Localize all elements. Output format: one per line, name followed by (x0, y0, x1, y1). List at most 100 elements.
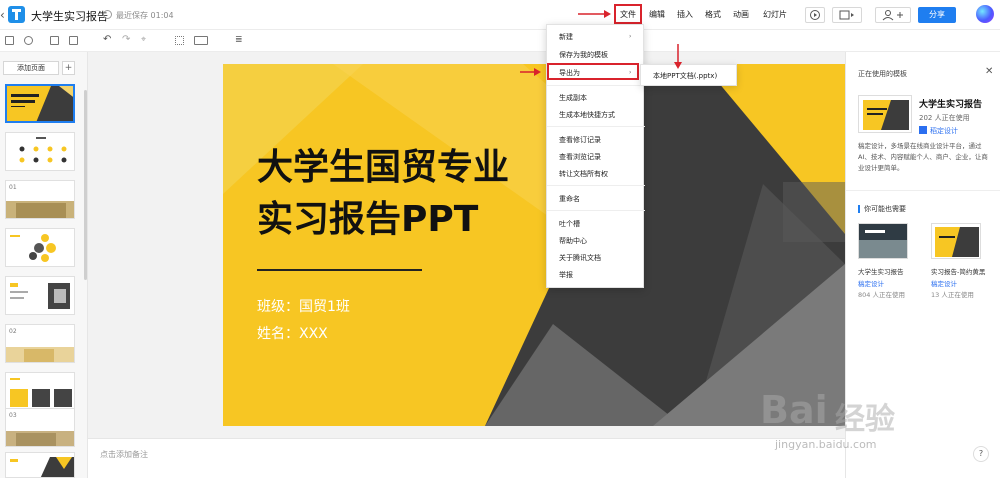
insert-textbox-icon[interactable] (5, 36, 14, 45)
divider (547, 185, 645, 186)
thumbnail-scrollbar[interactable] (84, 90, 87, 280)
menu-item-about[interactable]: 关于腾讯文档 (559, 253, 601, 263)
shape-icon[interactable] (24, 36, 33, 45)
format-painter-icon[interactable]: ⌖ (141, 36, 150, 45)
divider (846, 190, 1000, 191)
help-button[interactable]: ? (973, 446, 989, 462)
recommend-thumbnail-2[interactable] (931, 223, 981, 259)
image-icon[interactable] (50, 36, 59, 45)
thumbnail-image (6, 133, 74, 170)
menu-slides[interactable]: 幻灯片 (763, 9, 787, 20)
slide-thumbnail-2[interactable] (5, 132, 75, 171)
menu-item-export-pptx[interactable]: 本地PPT文档(.pptx) (653, 71, 717, 81)
slide-thumbnail-3[interactable]: 01 (5, 180, 75, 219)
arrange-icon[interactable]: ≣ (235, 36, 244, 45)
slide-title-line-1: 大学生国贸专业 (257, 147, 510, 188)
export-submenu: 本地PPT文档(.pptx) (640, 64, 737, 86)
current-template-thumbnail[interactable] (858, 95, 912, 133)
slide-title[interactable]: 大学生国贸专业 实习报告PPT (257, 142, 509, 246)
template-image (859, 96, 911, 132)
recommend-brand-1[interactable]: 稿定设计 (858, 278, 884, 288)
menu-insert[interactable]: 插入 (677, 9, 693, 20)
save-status: 最近保存 01:04 (116, 11, 174, 20)
add-page-dropdown[interactable]: + (62, 61, 75, 75)
menu-format[interactable]: 格式 (705, 9, 721, 20)
slide-thumbnail-6[interactable]: 02 (5, 324, 75, 363)
user-avatar[interactable] (976, 5, 994, 23)
thumbnail-image (7, 86, 73, 121)
thumbnail-image (6, 373, 74, 410)
baidu-watermark-url: jingyan.baidu.com (775, 438, 877, 451)
baidu-watermark-jingyan: 经验 (835, 402, 895, 437)
menu-item-duplicate[interactable]: 生成副本 (559, 93, 587, 103)
close-icon[interactable]: ✕ (985, 66, 993, 77)
menu-item-transfer-ownership[interactable]: 转让文档所有权 (559, 169, 608, 179)
slide-thumbnail-9[interactable] (5, 452, 75, 478)
file-menu-highlight (614, 4, 642, 24)
undo-icon[interactable]: ↶ (103, 35, 112, 45)
top-bar: ‹ 大学生实习报告 最近保存 01:04 文件 编辑 插入 格式 动画 幻灯片 … (0, 0, 1000, 30)
menu-item-new[interactable]: 新建 (559, 32, 573, 42)
baidu-watermark: Bai (760, 388, 828, 432)
recommend-name-2[interactable]: 实习报告-简约黄黑 (931, 266, 985, 276)
app-logo-icon[interactable] (8, 6, 25, 23)
slide-thumbnail-8[interactable]: 03 (5, 408, 75, 447)
menu-item-shortcut[interactable]: 生成本地快捷方式 (559, 110, 615, 120)
add-user-icon (882, 10, 903, 21)
background-icon[interactable] (175, 36, 184, 45)
template-image (859, 224, 907, 258)
template-image (932, 224, 980, 258)
menu-item-save-template[interactable]: 保存为我的模板 (559, 50, 608, 60)
add-page-button[interactable]: 添加页面 (3, 61, 59, 75)
thumbnail-image (6, 453, 74, 477)
current-template-users: 202 人正在使用 (919, 114, 970, 122)
menu-edit[interactable]: 编辑 (649, 9, 665, 20)
slide-thumbnail-7[interactable] (5, 372, 75, 411)
template-description: 稿定设计，多场景在线商业设计平台，通过AI、技术、内容赋能个人、商户、企业，让商… (858, 142, 988, 172)
menu-item-report[interactable]: 举报 (559, 270, 573, 280)
export-highlight (547, 63, 639, 80)
redo-icon[interactable]: ↷ (122, 35, 131, 45)
slide-name-text[interactable]: 姓名：XXX (257, 323, 328, 343)
menu-item-revisions[interactable]: 查看修订记录 (559, 135, 601, 145)
slide-thumbnail-1[interactable] (5, 84, 75, 123)
current-template-name: 大学生实习报告 (919, 100, 983, 110)
menu-item-view-history[interactable]: 查看浏览记录 (559, 152, 601, 162)
thumbnail-image (6, 277, 74, 314)
current-template-brand[interactable]: 稻定设计 (930, 126, 958, 136)
toolbar: ↶ ↷ ⌖ ≣ (0, 30, 1000, 52)
template-panel-title: 正在使用的模板 (858, 70, 907, 78)
recommend-thumbnail-1[interactable] (858, 223, 908, 259)
recommend-users-1: 804 人正在使用 (858, 291, 905, 299)
share-button[interactable]: 分享 (918, 7, 956, 23)
document-title[interactable]: 大学生实习报告 (31, 8, 108, 24)
slide-number: 01 (9, 184, 17, 191)
layout-icon[interactable] (194, 36, 208, 45)
presenter-button[interactable] (832, 7, 862, 23)
slide-thumbnail-4[interactable] (5, 228, 75, 267)
slide-thumbnail-5[interactable] (5, 276, 75, 315)
slide-class-text[interactable]: 班级：国贸1班 (257, 296, 350, 316)
brand-icon (919, 126, 927, 134)
recommend-brand-2[interactable]: 稿定设计 (931, 278, 957, 288)
thumbnail-image (6, 229, 74, 266)
menu-animation[interactable]: 动画 (733, 9, 749, 20)
speaker-notes[interactable]: 点击添加备注 (88, 438, 845, 478)
recommend-name-1[interactable]: 大学生实习报告 (858, 266, 904, 276)
play-button[interactable] (805, 7, 825, 23)
slide-canvas[interactable]: 大学生国贸专业 实习报告PPT 班级：国贸1班 姓名：XXX (223, 64, 845, 426)
back-icon[interactable]: ‹ (0, 8, 8, 22)
table-icon[interactable] (69, 36, 78, 45)
menu-item-feedback[interactable]: 吐个槽 (559, 219, 580, 229)
slide-divider (257, 269, 422, 271)
slide-number: 02 (9, 328, 17, 335)
divider (547, 85, 645, 86)
slide-thumbnail-panel: 添加页面 + 01 02 03 (0, 52, 88, 478)
menu-item-help-center[interactable]: 帮助中心 (559, 236, 587, 246)
divider (547, 210, 645, 211)
section-marker (858, 205, 860, 213)
chevron-right-icon: › (629, 33, 632, 40)
collaborator-button[interactable] (875, 7, 911, 23)
file-dropdown-menu: 新建 › 保存为我的模板 导出为 › 生成副本 生成本地快捷方式 查看修订记录 … (546, 24, 645, 288)
menu-item-rename[interactable]: 重命名 (559, 194, 580, 204)
